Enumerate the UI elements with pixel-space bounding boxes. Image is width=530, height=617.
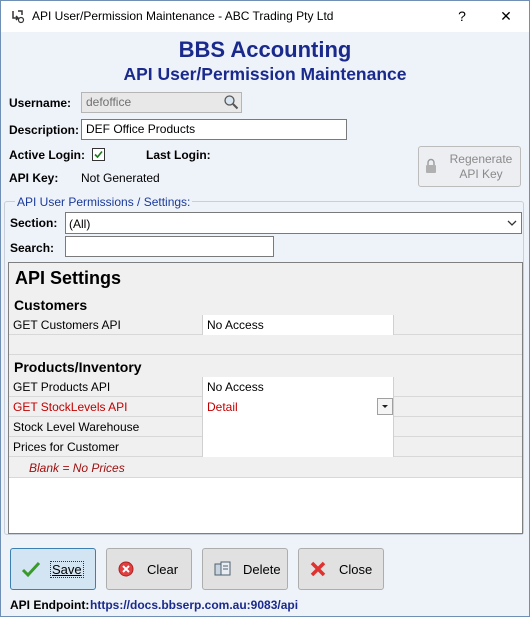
description-label: Description: bbox=[9, 123, 80, 137]
row-value-cell[interactable] bbox=[202, 417, 394, 437]
active-login-label: Active Login: bbox=[9, 148, 86, 162]
row-value-cell[interactable]: No Access bbox=[202, 377, 394, 397]
row-name: GET StockLevels API bbox=[13, 400, 128, 414]
username-label: Username: bbox=[9, 96, 72, 110]
regenerate-api-key-button[interactable]: Regenerate API Key bbox=[418, 146, 521, 187]
row-name: GET Products API bbox=[13, 380, 111, 394]
app-icon bbox=[12, 10, 25, 24]
checkmark-icon bbox=[21, 561, 41, 578]
api-endpoint-label: API Endpoint: bbox=[10, 598, 90, 612]
api-endpoint-link[interactable]: https://docs.bbserp.com.au:9083/api bbox=[90, 598, 298, 612]
brand-title: BBS Accounting bbox=[178, 37, 352, 62]
table-row[interactable]: GET StockLevels API Detail bbox=[9, 397, 522, 417]
row-name: GET Customers API bbox=[13, 318, 121, 332]
last-login-label: Last Login: bbox=[146, 148, 211, 162]
delete-icon bbox=[214, 561, 231, 576]
chevron-down-icon bbox=[507, 220, 517, 226]
username-value: defoffice bbox=[86, 95, 132, 109]
search-label: Search: bbox=[10, 241, 55, 255]
close-button[interactable]: Close bbox=[298, 548, 384, 590]
grid-title-row: API Settings bbox=[9, 263, 522, 293]
save-button[interactable]: Save bbox=[10, 548, 96, 590]
section-header-customers: Customers bbox=[9, 293, 522, 315]
table-row[interactable]: Stock Level Warehouse bbox=[9, 417, 522, 437]
active-login-checkbox[interactable] bbox=[92, 148, 105, 161]
note-row: Blank = No Prices bbox=[9, 457, 522, 478]
row-value-cell[interactable] bbox=[202, 437, 394, 457]
row-name: Stock Level Warehouse bbox=[13, 420, 140, 434]
description-field[interactable]: DEF Office Products bbox=[81, 119, 347, 140]
checkmark-icon bbox=[94, 150, 103, 159]
spacer-row bbox=[9, 335, 522, 355]
section-select-value: (All) bbox=[69, 217, 91, 231]
section-header-products-inventory: Products/Inventory bbox=[9, 355, 522, 377]
blank-prices-note: Blank = No Prices bbox=[29, 461, 125, 475]
value-dropdown-button[interactable] bbox=[377, 398, 393, 415]
dropdown-arrow-icon bbox=[382, 405, 388, 408]
row-value-cell[interactable]: No Access bbox=[202, 315, 394, 335]
clear-button[interactable]: Clear bbox=[106, 548, 192, 590]
title-bar: API User/Permission Maintenance - ABC Tr… bbox=[1, 1, 529, 32]
delete-button[interactable]: Delete bbox=[202, 548, 288, 590]
close-icon bbox=[310, 561, 326, 577]
clear-icon bbox=[118, 561, 134, 577]
search-icon[interactable] bbox=[223, 94, 239, 110]
description-value: DEF Office Products bbox=[86, 122, 196, 136]
search-input[interactable] bbox=[65, 236, 274, 257]
permissions-group-label: API User Permissions / Settings: bbox=[15, 195, 193, 209]
lock-icon bbox=[426, 158, 436, 173]
row-name: Prices for Customer bbox=[13, 440, 120, 454]
table-row[interactable]: Prices for Customer bbox=[9, 437, 522, 457]
username-field: defoffice bbox=[81, 92, 242, 113]
api-key-value: Not Generated bbox=[81, 171, 160, 185]
api-user-maintenance-window: API User/Permission Maintenance - ABC Tr… bbox=[0, 0, 530, 617]
window-close-button[interactable]: ✕ bbox=[483, 1, 529, 32]
table-row[interactable]: GET Products API No Access bbox=[9, 377, 522, 397]
api-settings-grid: API Settings Customers GET Customers API… bbox=[8, 262, 523, 534]
section-label: Section: bbox=[10, 216, 58, 230]
regenerate-label: Regenerate API Key bbox=[449, 152, 513, 181]
row-value-cell[interactable]: Detail bbox=[202, 397, 394, 417]
grid-title: API Settings bbox=[15, 268, 122, 288]
window-title: API User/Permission Maintenance - ABC Tr… bbox=[32, 9, 334, 23]
api-key-label: API Key: bbox=[9, 171, 59, 185]
page-title: API User/Permission Maintenance bbox=[123, 64, 407, 84]
help-button[interactable]: ? bbox=[439, 1, 485, 32]
table-row[interactable]: GET Customers API No Access bbox=[9, 315, 522, 335]
section-select[interactable]: (All) bbox=[65, 212, 522, 234]
